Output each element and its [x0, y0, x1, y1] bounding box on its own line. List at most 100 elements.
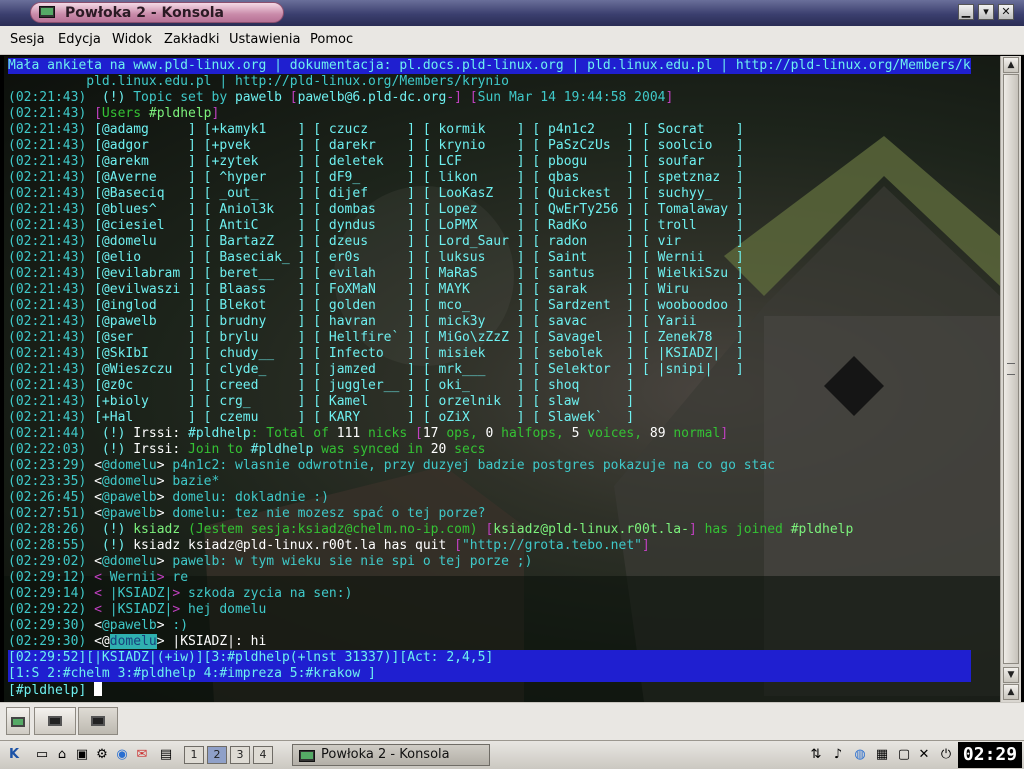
menu-pomoc[interactable]: Pomoc — [310, 32, 353, 47]
session-tab-2[interactable] — [78, 707, 118, 735]
taskbar-window-title: Powłoka 2 - Konsola — [321, 747, 450, 762]
terminal-text-segment: > — [156, 554, 173, 569]
settings-icon[interactable]: ⚙ — [94, 747, 110, 763]
terminal-text-segment: ][ — [391, 650, 408, 665]
show-desktop-icon[interactable]: ▭ — [34, 747, 50, 763]
terminal-text-segment: (02:21:43) — [8, 394, 95, 409]
terminal-line: (02:21:43) [@domelu ] [ BartazZ ] [ dzeu… — [8, 234, 971, 250]
tray-display-icon[interactable]: ▢ — [896, 747, 912, 763]
terminal-text-segment: : Total of — [250, 426, 337, 441]
new-session-icon — [11, 717, 25, 727]
terminal-line: (02:29:22) < |KSIADZ|> hej domelu — [8, 602, 971, 618]
app-launcher-icon[interactable]: ▤ — [158, 747, 174, 763]
desktop-3[interactable]: 3 — [230, 746, 250, 764]
desktop-1[interactable]: 1 — [184, 746, 204, 764]
terminal-text-segment: (02:21:43) — [8, 138, 95, 153]
terminal-text-segment: ksiadz — [133, 538, 189, 553]
terminal-text-segment: 02:29:52 — [15, 650, 79, 665]
scroll-up-small-icon[interactable]: ▲ — [1003, 684, 1019, 700]
terminal-text-segment: < — [94, 554, 102, 569]
terminal-text-segment: [@evilabram ] [ beret__ ] [ evilah ] [ M… — [94, 266, 744, 281]
terminal-text-segment: "http://grota.tebo.net" — [461, 538, 642, 553]
tray-power-icon[interactable]: ⏻ — [938, 747, 954, 763]
terminal-text-segment: [ — [94, 106, 102, 121]
maximize-button[interactable]: ▾ — [978, 4, 994, 20]
terminal-text-segment: (02:21:43) — [8, 266, 95, 281]
terminal-text-segment: (02:26:45) — [8, 490, 95, 505]
menu-sesja[interactable]: Sesja — [10, 32, 45, 47]
terminal-text-segment: (!) — [94, 426, 134, 441]
terminal-line: (02:29:12) < Wernii> re — [8, 570, 971, 586]
terminal-text-segment: 3:#pldhelp(+lnst 31337) — [211, 650, 392, 665]
scroll-down-icon[interactable]: ▼ — [1003, 667, 1019, 683]
terminal-line: (02:21:43) [@ser ] [ brylu ] [ Hellfire`… — [8, 330, 971, 346]
terminal-text-segment: < — [94, 618, 102, 633]
terminal-line: (02:21:43) [@evilabram ] [ beret__ ] [ e… — [8, 266, 971, 282]
taskbar-window-button[interactable]: Powłoka 2 - Konsola — [292, 744, 490, 766]
tray-clipboard-icon[interactable]: ▦ — [874, 747, 890, 763]
terminal-text-segment: re — [172, 570, 189, 585]
terminal-line: (02:28:26) (!) ksiadz (Jestem sesja:ksia… — [8, 522, 971, 538]
terminal-text-segment: (02:22:03) — [8, 442, 95, 457]
terminal-text-segment: (02:21:43) — [8, 314, 95, 329]
terminal-text-segment: > — [172, 586, 189, 601]
tray-volume-icon[interactable]: ♪ — [830, 747, 846, 763]
terminal-text-segment: Wernii — [109, 570, 157, 585]
terminal-text-segment: domelu: tez nie mozesz spać o tej porze? — [172, 506, 486, 521]
desktop-4[interactable]: 4 — [253, 746, 273, 764]
terminal-line: (02:21:43) [Users #pldhelp] — [8, 106, 971, 122]
irssi-input-line[interactable]: [#pldhelp] — [8, 682, 971, 698]
terminal-text-segment: < — [94, 570, 110, 585]
tray-globe-icon[interactable]: ◍ — [852, 747, 868, 763]
terminal-text-segment: [ — [415, 426, 423, 441]
terminal-text-segment: (02:21:43) — [8, 362, 95, 377]
terminal-text-segment: < — [94, 458, 102, 473]
terminal-text-segment: [@Baseciq ] [ _out_ ] [ dijef ] [ LooKas… — [94, 186, 744, 201]
terminal-text-segment: has joined — [704, 522, 791, 537]
menu-edycja[interactable]: Edycja — [58, 32, 101, 47]
terminal-text-segment: was synced in — [313, 442, 431, 457]
terminal-view[interactable]: Mała ankieta na www.pld-linux.org | doku… — [4, 56, 1000, 702]
terminal-text-segment: > — [156, 458, 173, 473]
terminal-text-segment: Mała ankieta na www.pld-linux.org | doku… — [8, 58, 971, 73]
tray-network-icon[interactable]: ⇅ — [808, 747, 824, 763]
terminal-text-segment: [+bioly ] [ crg_ ] [ Kamel ] [ orzelnik … — [94, 394, 635, 409]
terminal-line: (02:21:43) [@Wieszczu ] [ clyde_ ] [ jam… — [8, 362, 971, 378]
terminal-scrollbar[interactable]: ▲ ▼ ▲ — [1000, 56, 1021, 702]
menu-widok[interactable]: Widok — [112, 32, 152, 47]
home-icon[interactable]: ⌂ — [54, 747, 70, 763]
terminal-text-segment: ksiadz — [133, 522, 189, 537]
terminal-text-segment: ] — [665, 90, 674, 105]
tray-close-icon[interactable]: ✕ — [916, 747, 932, 763]
terminal-text-segment: (02:23:29) — [8, 458, 95, 473]
panel-clock[interactable]: 02:29 — [958, 742, 1022, 768]
terminal-text-segment: ] — [211, 106, 220, 121]
terminal-launcher-icon[interactable]: ▣ — [74, 747, 90, 763]
terminal-text-segment: (02:21:43) — [8, 90, 95, 105]
scroll-up-icon[interactable]: ▲ — [1003, 57, 1019, 73]
terminal-text-segment: (02:21:43) — [8, 378, 95, 393]
terminal-text-segment: < — [94, 474, 102, 489]
menu-zakladki[interactable]: Zakładki — [164, 32, 219, 47]
terminal-text-segment: [@adgor ] [+pvek ] [ darekr ] [ krynio ]… — [94, 138, 744, 153]
close-button[interactable]: ✕ — [998, 4, 1014, 20]
terminal-text-segment: #pldhelp — [250, 442, 314, 457]
session-tab-1[interactable] — [34, 707, 76, 735]
terminal-text-segment: (02:21:43) — [8, 234, 95, 249]
terminal-text-segment: secs — [446, 442, 486, 457]
new-session-button[interactable] — [6, 707, 30, 735]
browser-icon[interactable]: ◉ — [114, 747, 130, 763]
terminal-text-segment: > — [156, 618, 173, 633]
terminal-text-segment: @domelu — [101, 458, 157, 473]
terminal-text-segment: > — [156, 490, 173, 505]
kde-menu-icon[interactable]: K — [6, 747, 22, 763]
terminal-text-segment: pawelb — [234, 90, 282, 105]
terminal-text-segment: (02:29:14) — [8, 586, 95, 601]
minimize-button[interactable]: ▁ — [958, 4, 974, 20]
scrollbar-thumb[interactable] — [1003, 74, 1019, 664]
mail-icon[interactable]: ✉ — [134, 747, 150, 763]
menu-ustawienia[interactable]: Ustawienia — [229, 32, 300, 47]
window-titlebar[interactable]: Powłoka 2 - Konsola ▁ ▾ ✕ — [0, 0, 1024, 26]
desktop-2[interactable]: 2 — [207, 746, 227, 764]
terminal-text-segment: [@blues^ ] [ Aniol3k ] [ dombas ] [ Lope… — [94, 202, 744, 217]
